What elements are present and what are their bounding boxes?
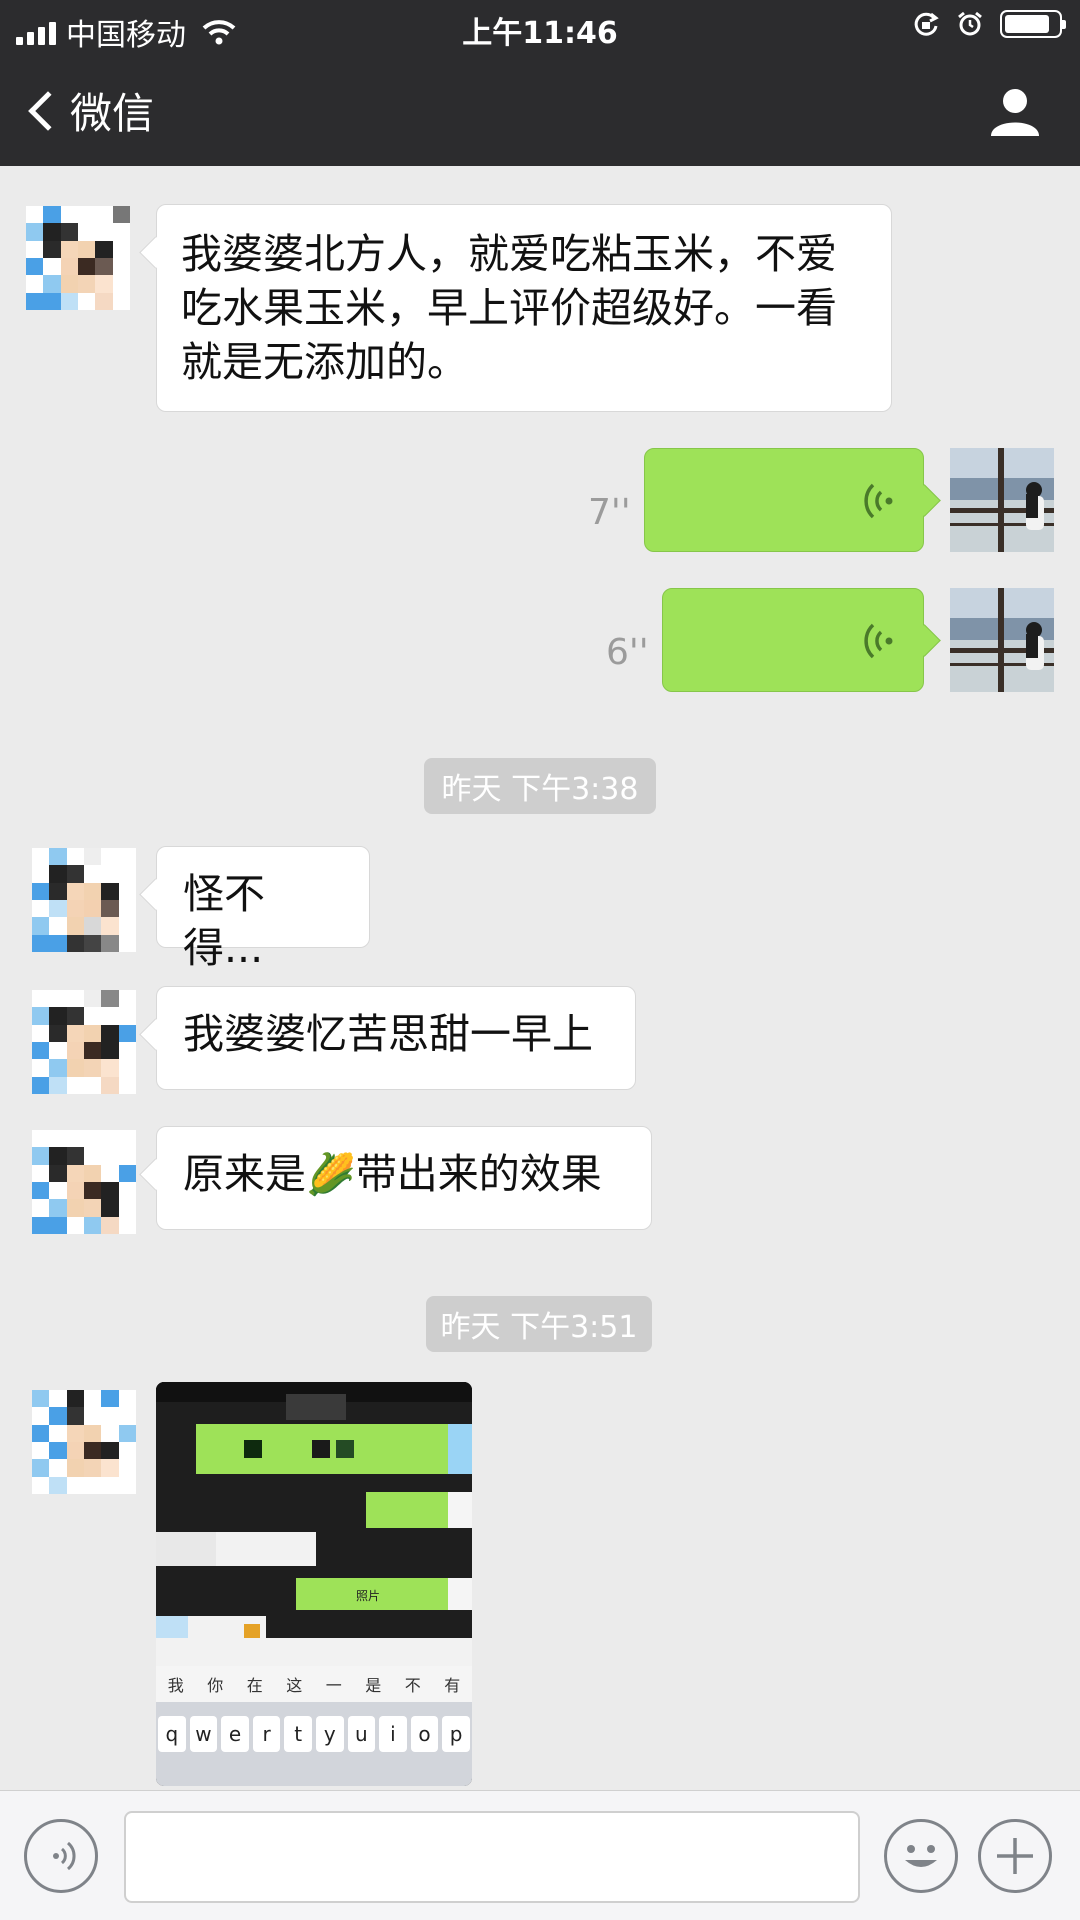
message-text: 怪不得... <box>183 870 265 972</box>
nav-bar: 微信 <box>0 54 1080 166</box>
voice-duration: 7'' <box>588 492 631 533</box>
candidate-char: 你 <box>207 1676 224 1695</box>
voice-message-bubble[interactable] <box>662 588 924 692</box>
key: r <box>252 1716 281 1752</box>
contact-avatar[interactable] <box>26 206 130 310</box>
message-text-after: 带出来的效果 <box>355 1150 602 1198</box>
voice-message-bubble[interactable] <box>644 448 924 552</box>
battery-icon <box>1000 10 1066 38</box>
input-bar <box>0 1790 1080 1920</box>
voice-wave-icon <box>864 623 893 659</box>
key: p <box>442 1716 470 1752</box>
contact-avatar[interactable] <box>32 1130 136 1234</box>
message-bubble-received[interactable]: 我婆婆忆苦思甜一早上 <box>156 986 636 1090</box>
image-message[interactable]: 照片 我 你 在 这 一 是 不 有 q w e r t y u i o p <box>156 1382 472 1786</box>
corn-emoji: 🌽 <box>306 1152 356 1198</box>
chevron-left-icon <box>28 90 68 131</box>
candidate-char: 不 <box>404 1676 421 1695</box>
candidate-char: 这 <box>286 1676 303 1695</box>
message-bubble-received[interactable]: 原来是🌽带出来的效果 <box>156 1126 652 1230</box>
top-bar: 中国移动 上午11:46 微信 <box>0 0 1080 166</box>
candidate-char: 是 <box>365 1676 382 1695</box>
message-bubble-received[interactable]: 怪不得... <box>156 846 370 972</box>
image-input-bar <box>156 1638 472 1666</box>
status-bar: 中国移动 上午11:46 <box>0 0 1080 54</box>
alarm-icon <box>958 11 982 36</box>
message-bubble-received[interactable]: 我婆婆北方人，就爱吃粘玉米，不爱吃水果玉米，早上评价超级好。一看就是无添加的。 <box>156 204 892 412</box>
my-avatar[interactable] <box>950 588 1054 692</box>
voice-toggle-icon[interactable] <box>24 1819 98 1893</box>
key: y <box>315 1716 344 1752</box>
key: t <box>284 1716 312 1752</box>
contact-avatar[interactable] <box>32 990 136 1094</box>
timestamp-chip: 昨天 下午3:38 <box>424 758 656 814</box>
message-text: 我婆婆北方人，就爱吃粘玉米，不爱吃水果玉米，早上评价超级好。一看就是无添加的。 <box>181 230 837 386</box>
my-avatar[interactable] <box>950 448 1054 552</box>
contact-avatar[interactable] <box>32 1390 136 1494</box>
person-icon[interactable] <box>988 84 1042 138</box>
voice-wave-icon <box>864 483 893 519</box>
image-keyboard: 我 你 在 这 一 是 不 有 q w e r t y u i o p <box>156 1666 472 1786</box>
message-text-before: 原来是 <box>183 1150 306 1198</box>
key: u <box>347 1716 376 1752</box>
image-content: 照片 <box>156 1382 472 1666</box>
candidate-char: 在 <box>246 1676 263 1695</box>
key: i <box>379 1716 407 1752</box>
key: w <box>189 1716 218 1752</box>
key: o <box>410 1716 439 1752</box>
voice-duration: 6'' <box>606 632 649 673</box>
message-input[interactable] <box>124 1811 860 1903</box>
message-text: 我婆婆忆苦思甜一早上 <box>183 1010 593 1058</box>
plus-icon[interactable] <box>978 1819 1052 1893</box>
candidate-char: 一 <box>325 1676 342 1695</box>
key: e <box>221 1716 249 1752</box>
key: q <box>158 1716 186 1752</box>
rotation-lock-icon <box>914 12 939 36</box>
emoji-icon[interactable] <box>884 1819 958 1893</box>
candidate-char: 我 <box>167 1676 184 1695</box>
timestamp-chip: 昨天 下午3:51 <box>426 1296 652 1352</box>
candidate-char: 有 <box>444 1676 461 1695</box>
contact-avatar[interactable] <box>32 848 136 952</box>
back-button[interactable]: 微信 <box>22 80 154 141</box>
back-label: 微信 <box>70 89 155 138</box>
svg-text:照片: 照片 <box>356 1589 380 1603</box>
